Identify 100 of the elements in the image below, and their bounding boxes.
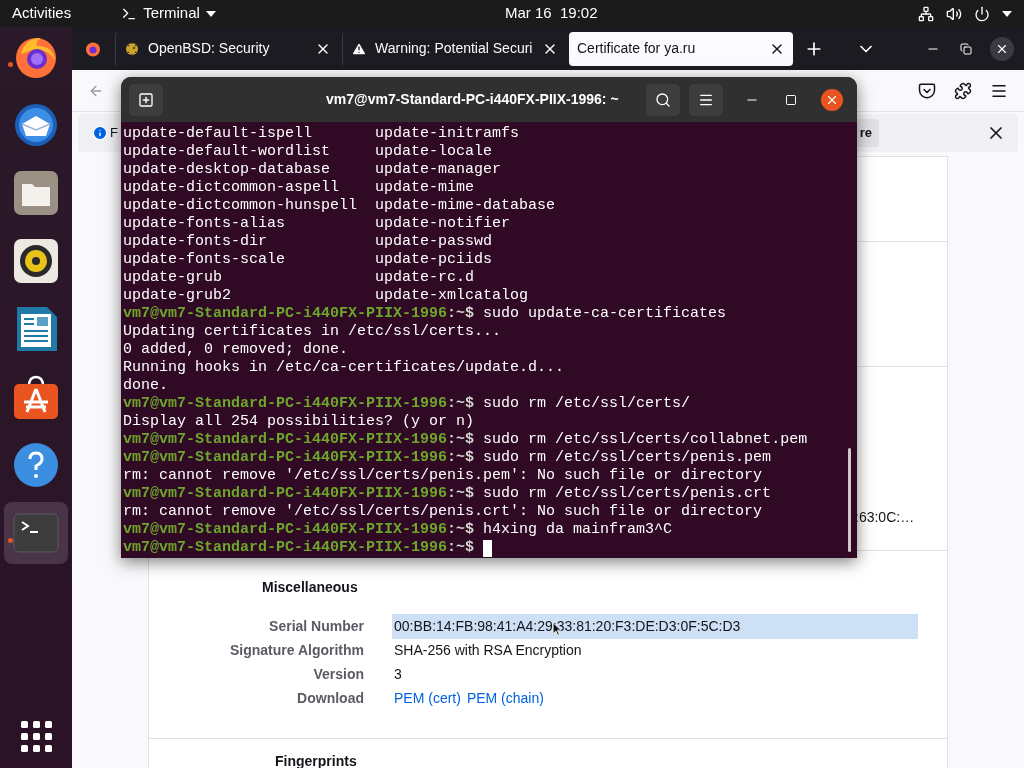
fox-globe-icon[interactable]: [85, 40, 101, 57]
terminal-text: update-dictcommon-hunspell: [123, 197, 359, 215]
terminal-text: update-passwd: [375, 233, 493, 251]
terminal-text: rm: cannot remove '/etc/ssl/certs/penis.pem': No such file or directory: [123, 467, 763, 485]
text-cursor: [483, 539, 493, 557]
prompt-text: vm7@vm7-Standard-PC-i440FX-PIIX-1996: [123, 305, 448, 323]
prompt-suffix: :~$: [447, 521, 475, 539]
new-tab-icon: [138, 91, 154, 108]
terminal-text: update-fonts-dir: [123, 233, 269, 251]
prompt-suffix: :~$: [447, 431, 475, 449]
terminal-text: 0 added, 0 removed; done.: [123, 341, 349, 359]
prompt-text: vm7@vm7-Standard-PC-i440FX-PIIX-1996: [123, 431, 448, 449]
prompt-text: vm7@vm7-Standard-PC-i440FX-PIIX-1996: [123, 449, 448, 467]
prompt-text: vm7@vm7-Standard-PC-i440FX-PIIX-1996: [123, 485, 448, 503]
notification-text: F: [110, 124, 118, 143]
tab-title: Certificate for ya.ru: [577, 39, 696, 58]
notification-action-button[interactable]: re: [856, 119, 879, 147]
terminal-text: update-desktop-database: [123, 161, 332, 179]
volume-icon[interactable]: [946, 5, 962, 22]
prompt-text: vm7@vm7-Standard-PC-i440FX-PIIX-1996: [123, 521, 448, 539]
power-icon[interactable]: [974, 5, 990, 22]
terminal-text: Display all 254 possibilities? (y or n): [123, 413, 475, 431]
app-menu[interactable]: Terminal: [121, 2, 216, 25]
prompt-text: vm7@vm7-Standard-PC-i440FX-PIIX-1996: [123, 539, 448, 557]
prompt-text: vm7@vm7-Standard-PC-i440FX-PIIX-1996: [123, 395, 448, 413]
value-text: :63:0C:…: [855, 508, 915, 527]
browser-tab[interactable]: Warning: Potential Securi: [342, 31, 566, 66]
terminal-text: update-notifier: [375, 215, 511, 233]
terminal-text: sudo update-ca-certificates: [483, 305, 727, 323]
terminal-text: update-grub2: [123, 287, 233, 305]
section-title: Miscellaneous: [262, 578, 358, 597]
terminal-text: sudo rm /etc/ssl/certs/penis.pem: [483, 449, 772, 467]
activities-button[interactable]: Activities: [12, 2, 72, 25]
mail-globe-icon: [13, 102, 59, 148]
field-value: 00:BB:14:FB:98:41:A4:29:33:81:20:F3:DE:D3:0F:5C:D3: [392, 613, 918, 639]
terminal-text: update-grub: [123, 269, 224, 287]
prompt-suffix: :~$: [447, 539, 475, 557]
terminal-text: Updating certificates in /etc/ssl/certs...: [123, 323, 502, 341]
field-label: Serial Number: [268, 616, 364, 636]
prompt-suffix: :~$: [447, 449, 475, 467]
close-button[interactable]: [821, 88, 843, 111]
warning-icon: [351, 40, 367, 57]
maximize-icon[interactable]: [785, 93, 797, 106]
pocket-icon[interactable]: [918, 81, 936, 100]
terminal-text: update-initramfs: [375, 125, 520, 143]
prompt-suffix: :~$: [447, 395, 475, 413]
speaker-icon: [13, 238, 59, 284]
terminal-text: Running hooks in /etc/ca-certificates/update.d...: [123, 359, 565, 377]
terminal-text: update-locale: [375, 143, 493, 161]
download-link[interactable]: PEM (cert): [394, 687, 461, 709]
help-icon: [13, 442, 59, 488]
caret-icon[interactable]: [1002, 10, 1012, 17]
info-icon: [92, 125, 108, 141]
terminal-icon: [13, 510, 59, 556]
app-menu-label: Terminal: [143, 3, 200, 24]
terminal-text: update-mime-database: [375, 197, 556, 215]
download-link[interactable]: PEM (chain): [466, 687, 544, 709]
clock[interactable]: Mar 16 19:02: [505, 2, 598, 25]
scrollbar-thumb[interactable]: [848, 448, 851, 552]
terminal-text: update-default-ispell: [123, 125, 314, 143]
menu-button[interactable]: [689, 83, 723, 116]
tab-title: OpenBSD: Security: [148, 39, 270, 58]
network-icon[interactable]: [918, 5, 934, 22]
terminal-text: sudo rm /etc/ssl/certs/penis.crt: [483, 485, 772, 503]
prompt-suffix: :~$: [447, 485, 475, 503]
caret-icon: [205, 10, 216, 17]
terminal-text: update-xmlcatalog: [375, 287, 529, 305]
field-label: Download: [296, 688, 364, 708]
folder-icon: [13, 170, 59, 216]
shopping-bag-icon: [13, 374, 59, 420]
extensions-icon[interactable]: [954, 81, 972, 100]
section-title: Fingerprints: [275, 753, 357, 768]
tab-title: Warning: Potential Securi: [375, 39, 533, 58]
new-tab-button[interactable]: [129, 83, 163, 116]
terminal-text: done.: [123, 377, 168, 395]
terminal-text: update-dictcommon-aspell: [123, 179, 341, 197]
terminal-text: update-fonts-scale: [123, 251, 287, 269]
restore-icon[interactable]: [960, 42, 972, 55]
terminal-text: update-pciids: [375, 251, 493, 269]
terminal-text: update-rc.d: [375, 269, 475, 287]
prompt-suffix: :~$: [447, 305, 475, 323]
terminal-text: update-fonts-alias: [123, 215, 287, 233]
window-title: vm7@vm7-Standard-PC-i440FX-PIIX-1996: ~: [326, 90, 619, 109]
app-grid-icon[interactable]: [20, 720, 52, 752]
search-icon: [655, 91, 671, 108]
close-button[interactable]: [990, 36, 1014, 61]
browser-tab[interactable]: Certificate for ya.ru: [569, 31, 793, 66]
terminal-text: sudo rm /etc/ssl/certs/: [483, 395, 691, 413]
field-value: 3: [393, 664, 402, 684]
browser-tab[interactable]: OpenBSD: Security: [115, 31, 339, 66]
terminal-text: h4xing da mainfram3^C: [483, 521, 673, 539]
terminal-text: update-default-wordlist: [123, 143, 332, 161]
terminal-text: sudo rm /etc/ssl/certs/collabnet.pem: [483, 431, 808, 449]
search-button[interactable]: [646, 83, 680, 116]
terminal-text: rm: cannot remove '/etc/ssl/certs/penis.crt': No such file or directory: [123, 503, 763, 521]
terminal-text: update-mime: [375, 179, 475, 197]
field-label: Version: [312, 664, 364, 684]
field-value: SHA-256 with RSA Encryption: [393, 640, 582, 660]
field-label: Signature Algorithm: [228, 640, 364, 660]
terminal-text: update-manager: [375, 161, 502, 179]
